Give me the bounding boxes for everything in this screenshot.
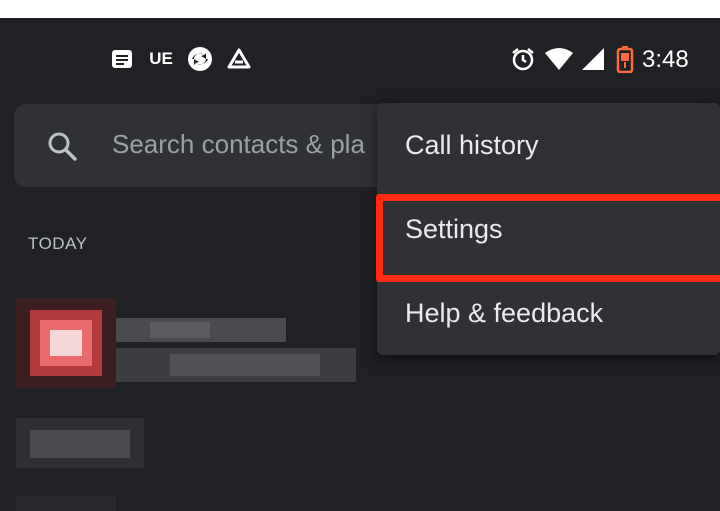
search-input[interactable]: Search contacts & pla [112,129,382,160]
section-header-today: TODAY [28,234,88,253]
menu-item-call-history[interactable]: Call history [377,103,720,187]
sync-icon [186,46,214,72]
ue-icon: UE [149,49,173,68]
dialer-screen: UE 3:48 Search contacts & pla TODAY Call… [0,18,720,511]
battery-icon [614,46,636,73]
notes-icon [110,46,134,72]
menu-item-help-feedback[interactable]: Help & feedback [377,271,720,355]
alarm-icon [510,46,536,72]
search-bar[interactable]: Search contacts & pla [14,104,434,187]
search-icon[interactable] [46,130,78,162]
settings-highlight-box [376,194,720,282]
drive-icon [226,46,252,72]
signal-icon [580,46,606,72]
status-bar: UE 3:48 [0,18,720,102]
wifi-icon [544,46,574,72]
clock-time: 3:48 [642,46,689,73]
